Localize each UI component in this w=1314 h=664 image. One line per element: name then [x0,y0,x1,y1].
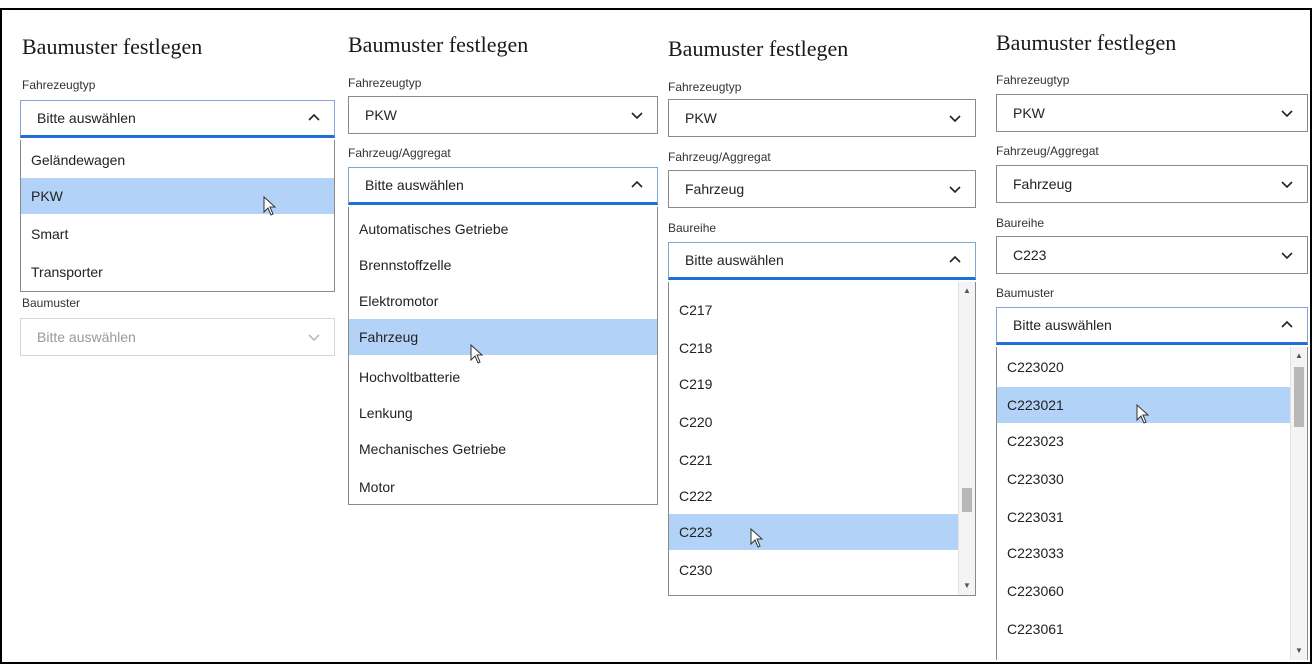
chevron-down-icon [1281,252,1293,260]
baumuster-label: Baumuster [22,296,81,310]
option-c223030[interactable]: C223030 [997,461,1307,497]
aggregat-value: Bitte auswählen [365,177,464,193]
option-c223023[interactable]: C223023 [997,423,1307,459]
option-c218[interactable]: C218 [669,330,975,366]
option-elektromotor[interactable]: Elektromotor [349,283,657,319]
option-mechanisches-getriebe[interactable]: Mechanisches Getriebe [349,431,657,467]
page-title: Baumuster festlegen [22,34,203,59]
scrollbar-thumb[interactable] [962,488,972,512]
chevron-down-icon [1281,110,1293,118]
fahrzeugtyp-select[interactable]: PKW [668,99,976,137]
chevron-down-icon [949,186,961,194]
option-c223060[interactable]: C223060 [997,573,1307,609]
option-c222[interactable]: C222 [669,478,975,514]
option-fahrzeug[interactable]: Fahrzeug [349,319,657,355]
baureihe-dropdown: C217 C218 C219 C220 C221 C222 C223 C230 … [668,282,976,596]
fahrzeugtyp-label: Fahrezeugtyp [22,78,96,92]
baureihe-select[interactable]: Bitte auswählen [668,242,976,280]
mouse-pointer-icon [1136,404,1150,424]
option-c219[interactable]: C219 [669,366,975,402]
fahrzeugtyp-value: PKW [1013,105,1045,121]
aggregat-label: Fahrzeug/Aggregat [668,150,771,164]
scrollbar-thumb[interactable] [1294,367,1304,427]
baumuster-label: Baumuster [996,286,1055,300]
fahrzeugtyp-select[interactable]: PKW [996,94,1308,132]
option-c217[interactable]: C217 [669,292,975,328]
scroll-up-arrow-icon[interactable]: ▲ [1291,349,1307,363]
aggregat-select[interactable]: Bitte auswählen [348,167,658,205]
fahrzeugtyp-value: PKW [365,107,397,123]
scroll-down-arrow-icon[interactable]: ▼ [1291,644,1307,658]
option-c223[interactable]: C223 [669,514,959,550]
baureihe-label: Baureihe [668,221,717,235]
chevron-down-icon [949,115,961,123]
chevron-up-icon [1281,320,1293,328]
chevron-up-icon [308,113,320,121]
baumuster-dropdown: C223020 C223021 C223023 C223030 C223031 … [996,347,1308,660]
baumuster-select[interactable]: Bitte auswählen [996,307,1308,345]
page-title: Baumuster festlegen [348,32,529,57]
baureihe-select[interactable]: C223 [996,236,1308,274]
baumuster-value: Bitte auswählen [37,329,136,345]
option-transporter[interactable]: Transporter [21,254,334,290]
option-hochvoltbatterie[interactable]: Hochvoltbatterie [349,359,657,395]
fahrzeugtyp-label: Fahrezeugtyp [996,73,1070,87]
fahrzeugtyp-label: Fahrezeugtyp [348,76,422,90]
option-c223033[interactable]: C223033 [997,535,1307,571]
page-title: Baumuster festlegen [668,36,849,61]
aggregat-label: Fahrzeug/Aggregat [348,146,451,160]
page-title: Baumuster festlegen [996,30,1177,55]
chevron-up-icon [631,180,643,188]
fahrzeugtyp-select[interactable]: PKW [348,96,658,134]
fahrzeugtyp-label: Fahrezeugtyp [668,80,742,94]
chevron-up-icon [949,255,961,263]
scroll-up-arrow-icon[interactable]: ▲ [959,284,975,298]
chevron-down-icon [308,334,320,342]
aggregat-value: Fahrzeug [1013,176,1073,192]
fahrzeugtyp-dropdown: Geländewagen PKW Smart Transporter [20,140,335,292]
option-c223020[interactable]: C223020 [997,349,1307,385]
option-pkw[interactable]: PKW [21,178,334,214]
baureihe-value: Bitte auswählen [685,252,784,268]
option-gelaendewagen[interactable]: Geländewagen [21,142,334,178]
fahrzeugtyp-value: Bitte auswählen [37,110,136,126]
option-lenkung[interactable]: Lenkung [349,395,657,431]
option-c221[interactable]: C221 [669,442,975,478]
aggregat-dropdown: Automatisches Getriebe Brennstoffzelle E… [348,207,658,505]
option-automatisches-getriebe[interactable]: Automatisches Getriebe [349,211,657,247]
baumuster-scrollbar[interactable]: ▲ ▼ [1290,347,1307,660]
option-c223031[interactable]: C223031 [997,499,1307,535]
baumuster-value: Bitte auswählen [1013,317,1112,333]
option-brennstoffzelle[interactable]: Brennstoffzelle [349,247,657,283]
option-c220[interactable]: C220 [669,404,975,440]
mouse-pointer-icon [750,528,764,548]
chevron-down-icon [631,112,643,120]
scroll-down-arrow-icon[interactable]: ▼ [959,579,975,593]
mouse-pointer-icon [263,196,277,216]
chevron-down-icon [1281,181,1293,189]
baureihe-value: C223 [1013,247,1047,263]
option-c230[interactable]: C230 [669,552,975,588]
baureihe-label: Baureihe [996,216,1045,230]
aggregat-value: Fahrzeug [685,181,745,197]
aggregat-label: Fahrzeug/Aggregat [996,144,1099,158]
fahrzeugtyp-select[interactable]: Bitte auswählen [20,100,335,138]
baureihe-scrollbar[interactable]: ▲ ▼ [958,282,975,595]
aggregat-select[interactable]: Fahrzeug [996,165,1308,203]
option-motor[interactable]: Motor [349,469,657,504]
baumuster-select: Bitte auswählen [20,318,335,356]
aggregat-select[interactable]: Fahrzeug [668,170,976,208]
option-smart[interactable]: Smart [21,216,334,252]
mouse-pointer-icon [470,344,484,364]
fahrzeugtyp-value: PKW [685,110,717,126]
option-c223061[interactable]: C223061 [997,611,1307,647]
